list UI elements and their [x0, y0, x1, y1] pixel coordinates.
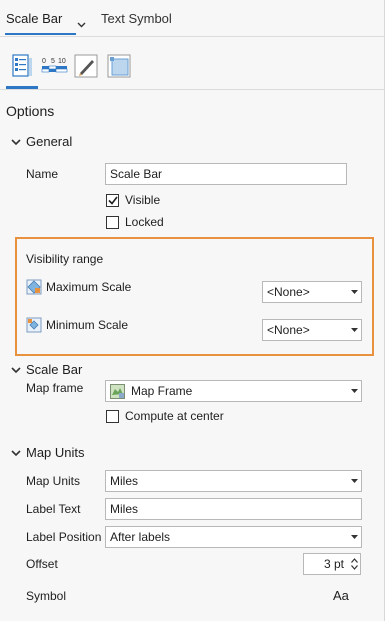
chevron-down-icon — [11, 366, 21, 373]
options-list-icon[interactable] — [10, 53, 36, 79]
label-position-value: After labels — [110, 530, 171, 544]
dropdown-arrow-icon — [347, 290, 361, 294]
locked-checkbox[interactable]: Locked — [106, 215, 164, 229]
scale-tick-10: 10 — [58, 58, 66, 65]
maximum-scale-icon — [26, 279, 42, 295]
divider — [0, 89, 385, 90]
map-frame-icon — [110, 383, 125, 399]
dropdown-arrow-icon — [347, 389, 361, 393]
offset-value: 3 pt — [323, 557, 344, 571]
visible-checkbox[interactable]: Visible — [106, 193, 160, 207]
map-frame-value: Map Frame — [131, 384, 193, 398]
dropdown-arrow-icon — [347, 328, 361, 332]
name-field[interactable] — [105, 163, 347, 185]
section-general-title: General — [26, 134, 73, 149]
chevron-down-icon — [11, 138, 21, 145]
minimum-scale-value: <None> — [267, 323, 310, 337]
maximum-scale-select[interactable]: <None> — [262, 281, 362, 303]
dropdown-arrow-icon — [347, 535, 361, 539]
map-frame-label: Map frame — [26, 381, 84, 395]
map-frame-select[interactable]: Map Frame — [105, 380, 362, 402]
scale-tick-0: 0 — [42, 58, 46, 65]
offset-label: Offset — [26, 557, 58, 571]
offset-stepper[interactable]: 3 pt — [303, 553, 361, 575]
map-units-label: Map Units — [26, 474, 81, 488]
map-units-select[interactable]: Miles — [105, 470, 362, 492]
label-text-field[interactable] — [105, 498, 362, 520]
checkbox-checked — [106, 193, 119, 207]
dropdown-arrow-icon — [347, 479, 361, 483]
tab-scale-bar[interactable]: Scale Bar — [6, 11, 62, 26]
symbol-button[interactable]: Aa — [333, 588, 349, 603]
tab-active-indicator — [5, 33, 76, 35]
scale-bar-icon[interactable]: 0 5 10 — [41, 53, 69, 79]
section-general-header[interactable]: General — [10, 134, 72, 149]
minimum-scale-select[interactable]: <None> — [262, 319, 362, 341]
label-position-label: Label Position — [26, 530, 102, 544]
minimum-scale-label: Minimum Scale — [46, 318, 129, 332]
stepper-up-icon[interactable] — [350, 558, 358, 563]
minimum-scale-icon — [26, 317, 42, 333]
locked-label: Locked — [125, 215, 164, 229]
symbol-label: Symbol — [26, 589, 67, 603]
stepper-down-icon[interactable] — [350, 565, 358, 570]
name-label: Name — [26, 167, 59, 181]
check-icon — [107, 196, 118, 205]
checkbox-unchecked — [106, 409, 119, 423]
chevron-down-icon[interactable] — [77, 17, 86, 28]
compute-at-center-label: Compute at center — [125, 409, 224, 423]
visibility-range-title: Visibility range — [26, 252, 104, 266]
label-text-label: Label Text — [26, 502, 81, 516]
compute-at-center-checkbox[interactable]: Compute at center — [106, 409, 224, 423]
visible-label: Visible — [125, 193, 161, 207]
chevron-down-icon — [11, 449, 21, 456]
maximum-scale-value: <None> — [267, 285, 310, 299]
section-scale-bar-header[interactable]: Scale Bar — [10, 362, 82, 377]
checkbox-unchecked — [106, 215, 119, 229]
map-units-value: Miles — [110, 474, 139, 488]
divider — [0, 36, 385, 37]
display-frame-icon[interactable] — [106, 53, 132, 79]
section-scale-bar-title: Scale Bar — [26, 362, 83, 377]
page-title: Options — [6, 103, 55, 119]
tab-text-symbol[interactable]: Text Symbol — [101, 11, 172, 26]
maximum-scale-label: Maximum Scale — [46, 280, 132, 294]
section-map-units-header[interactable]: Map Units — [10, 445, 85, 460]
scale-tick-5: 5 — [51, 58, 55, 65]
pencil-icon[interactable] — [73, 53, 99, 79]
section-map-units-title: Map Units — [26, 445, 85, 460]
label-position-select[interactable]: After labels — [105, 526, 362, 548]
